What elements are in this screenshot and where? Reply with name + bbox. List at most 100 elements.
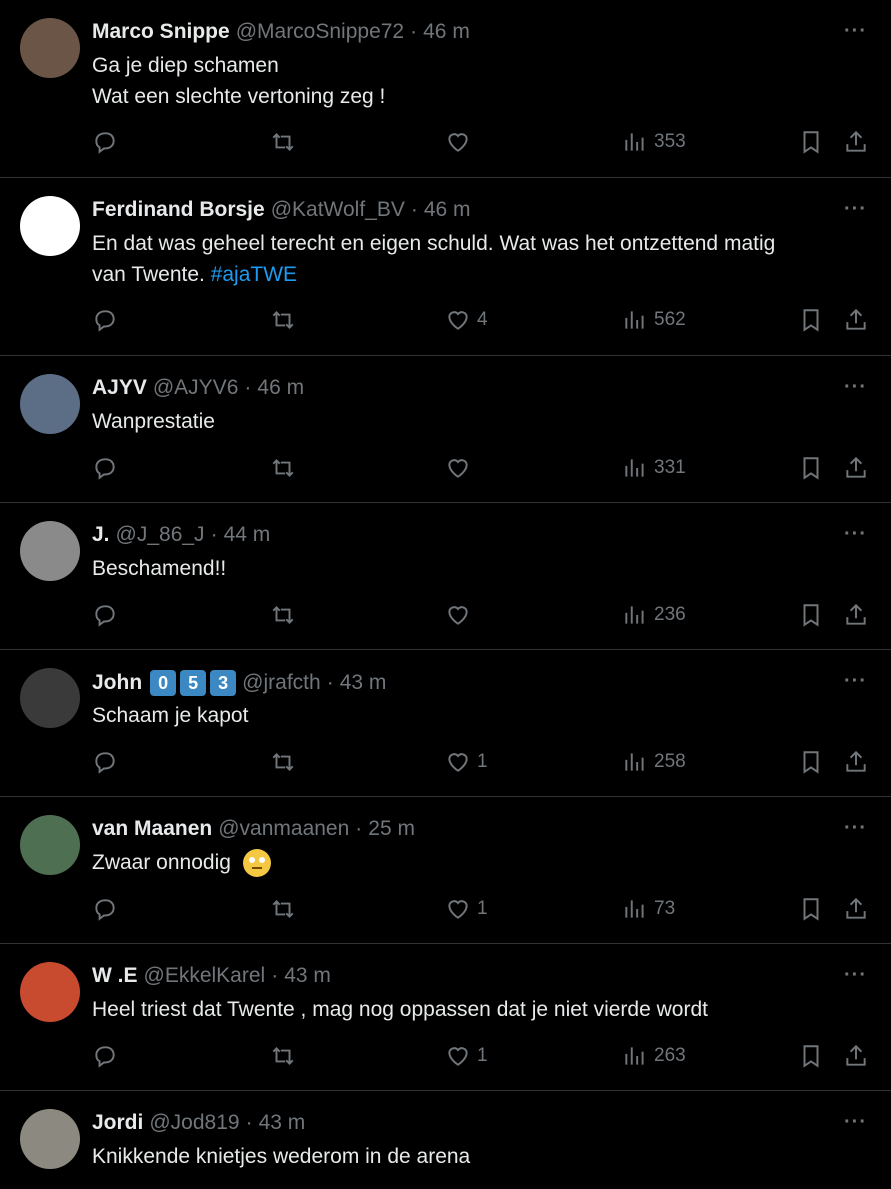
author-name[interactable]: J.	[92, 523, 110, 547]
avatar[interactable]	[20, 18, 80, 78]
author-handle[interactable]: @EkkelKarel	[144, 964, 266, 988]
author-handle[interactable]: @J_86_J	[116, 523, 205, 547]
tweet[interactable]: AJYV @AJYV6 · 46 m ··· Wanprestatie 331	[0, 356, 891, 503]
reply-button[interactable]	[92, 602, 118, 628]
like-button[interactable]: 1	[445, 1043, 488, 1069]
bookmark-button[interactable]	[798, 455, 824, 481]
views-button[interactable]: 73	[622, 896, 675, 922]
author-name[interactable]: W .E	[92, 964, 138, 988]
tweet[interactable]: John 0 5 3 @jrafcth · 43 m ··· Schaam je…	[0, 650, 891, 797]
bookmark-button[interactable]	[798, 1043, 824, 1069]
retweet-button[interactable]	[270, 896, 296, 922]
more-icon[interactable]: ···	[844, 817, 867, 840]
heart-icon	[448, 606, 468, 625]
tweet-feed: Marco Snippe @MarcoSnippe72 · 46 m ··· G…	[0, 0, 891, 1185]
more-icon[interactable]: ···	[844, 376, 867, 399]
like-button[interactable]	[445, 602, 477, 628]
retweet-button[interactable]	[270, 1043, 296, 1069]
views-button[interactable]: 353	[622, 129, 686, 155]
bookmark-button[interactable]	[798, 896, 824, 922]
tweet[interactable]: J. @J_86_J · 44 m ··· Beschamend!! 236	[0, 503, 891, 650]
author-name[interactable]: AJYV	[92, 376, 147, 400]
author-handle[interactable]: @jrafcth	[242, 671, 321, 695]
avatar[interactable]	[20, 962, 80, 1022]
timestamp[interactable]: 44 m	[224, 523, 271, 547]
author-handle[interactable]: @KatWolf_BV	[271, 198, 405, 222]
avatar[interactable]	[20, 815, 80, 875]
views-button[interactable]: 236	[622, 602, 686, 628]
avatar[interactable]	[20, 1109, 80, 1169]
reply-button[interactable]	[92, 455, 118, 481]
timestamp[interactable]: 43 m	[284, 964, 331, 988]
more-icon[interactable]: ···	[844, 523, 867, 546]
tweet[interactable]: van Maanen @vanmaanen · 25 m ··· Zwaar o…	[0, 797, 891, 944]
retweet-button[interactable]	[270, 749, 296, 775]
author-name[interactable]: Ferdinand Borsje	[92, 198, 265, 222]
separator-dot: ·	[244, 376, 252, 399]
avatar[interactable]	[20, 521, 80, 581]
share-button[interactable]	[843, 307, 869, 333]
like-button[interactable]: 4	[445, 307, 488, 333]
like-button[interactable]: 1	[445, 749, 488, 775]
bookmark-button[interactable]	[798, 307, 824, 333]
author-handle[interactable]: @Jod819	[149, 1111, 239, 1135]
more-icon[interactable]: ···	[844, 20, 867, 43]
share-icon	[846, 456, 866, 478]
author-handle[interactable]: @AJYV6	[153, 376, 239, 400]
author-handle[interactable]: @MarcoSnippe72	[236, 20, 404, 44]
timestamp[interactable]: 25 m	[368, 817, 415, 841]
reply-button[interactable]	[92, 896, 118, 922]
more-icon[interactable]: ···	[844, 964, 867, 987]
retweet-button[interactable]	[270, 307, 296, 333]
like-button[interactable]	[445, 129, 477, 155]
reply-button[interactable]	[92, 129, 118, 155]
author-name[interactable]: van Maanen	[92, 817, 212, 841]
share-button[interactable]	[843, 896, 869, 922]
views-button[interactable]: 562	[622, 307, 686, 333]
timestamp[interactable]: 43 m	[259, 1111, 306, 1135]
retweet-icon	[272, 900, 294, 918]
author-handle[interactable]: @vanmaanen	[218, 817, 349, 841]
author-name[interactable]: Jordi	[92, 1111, 143, 1135]
like-button[interactable]: 1	[445, 896, 488, 922]
views-icon	[625, 606, 644, 624]
views-button[interactable]: 258	[622, 749, 686, 775]
timestamp[interactable]: 46 m	[424, 198, 471, 222]
like-count: 1	[477, 1045, 488, 1066]
bookmark-button[interactable]	[798, 129, 824, 155]
tweet[interactable]: Jordi @Jod819 · 43 m ··· Knikkende kniet…	[0, 1091, 891, 1185]
reply-button[interactable]	[92, 1043, 118, 1069]
share-button[interactable]	[843, 749, 869, 775]
share-button[interactable]	[843, 1043, 869, 1069]
views-button[interactable]: 263	[622, 1043, 686, 1069]
share-button[interactable]	[843, 455, 869, 481]
like-button[interactable]	[445, 455, 477, 481]
reply-button[interactable]	[92, 749, 118, 775]
retweet-button[interactable]	[270, 455, 296, 481]
author-name[interactable]: John	[92, 671, 142, 695]
bookmark-button[interactable]	[798, 602, 824, 628]
reply-button[interactable]	[92, 307, 118, 333]
more-icon[interactable]: ···	[844, 670, 867, 693]
share-button[interactable]	[843, 129, 869, 155]
more-icon[interactable]: ···	[844, 1111, 867, 1134]
reply-icon	[95, 310, 115, 332]
hashtag-link[interactable]: #ajaTWE	[211, 263, 297, 286]
timestamp[interactable]: 43 m	[340, 671, 387, 695]
retweet-button[interactable]	[270, 129, 296, 155]
bookmark-button[interactable]	[798, 749, 824, 775]
avatar[interactable]	[20, 668, 80, 728]
views-button[interactable]: 331	[622, 455, 686, 481]
timestamp[interactable]: 46 m	[423, 20, 470, 44]
avatar[interactable]	[20, 196, 80, 256]
retweet-button[interactable]	[270, 602, 296, 628]
tweet[interactable]: Marco Snippe @MarcoSnippe72 · 46 m ··· G…	[0, 0, 891, 178]
timestamp[interactable]: 46 m	[257, 376, 304, 400]
avatar[interactable]	[20, 374, 80, 434]
more-icon[interactable]: ···	[844, 198, 867, 221]
tweet[interactable]: Ferdinand Borsje @KatWolf_BV · 46 m ··· …	[0, 178, 891, 356]
author-name[interactable]: Marco Snippe	[92, 20, 230, 44]
share-icon	[846, 603, 866, 625]
tweet[interactable]: W .E @EkkelKarel · 43 m ··· Heel triest …	[0, 944, 891, 1091]
share-button[interactable]	[843, 602, 869, 628]
